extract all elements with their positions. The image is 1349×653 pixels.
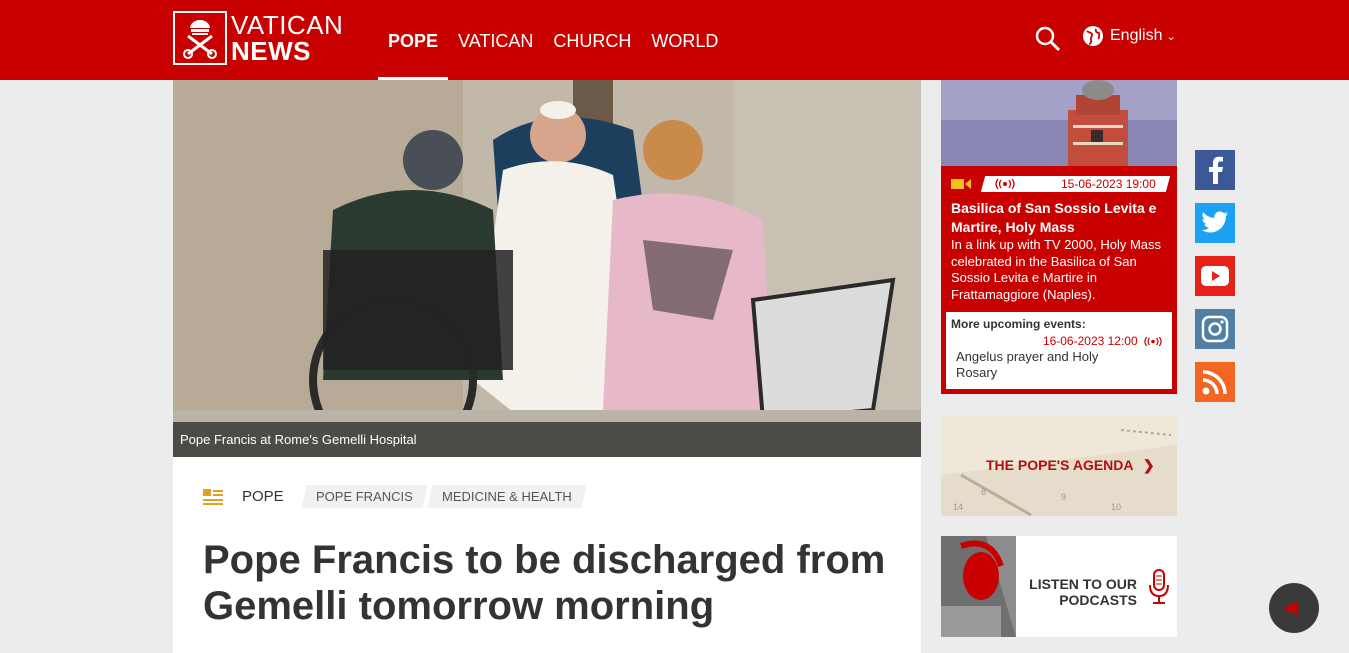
chevron-down-icon: ⌄: [1166, 30, 1176, 43]
article-tags: POPE POPE FRANCIS MEDICINE & HEALTH: [203, 485, 590, 508]
rss-icon[interactable]: [1195, 362, 1235, 402]
nav-world[interactable]: WORLD: [641, 0, 728, 80]
podcasts-link[interactable]: LISTEN TO OUR PODCASTS: [941, 536, 1177, 637]
logo-line1: VATICAN: [231, 10, 344, 40]
tag-pope-francis[interactable]: POPE FRANCIS: [301, 485, 427, 508]
event-image: [941, 80, 1177, 166]
agenda-label: THE POPE'S AGENDA ❯: [986, 457, 1155, 473]
nav-church[interactable]: CHURCH: [543, 0, 641, 80]
live-event-box[interactable]: 15-06-2023 19:00 Basilica of San Sossio …: [941, 80, 1177, 394]
event-datetime-badge: 15-06-2023 19:00: [980, 176, 1171, 192]
svg-text:9: 9: [1061, 492, 1066, 502]
live-broadcast-icon: [1144, 336, 1162, 347]
search-icon[interactable]: [1035, 26, 1061, 52]
instagram-icon[interactable]: [1195, 309, 1235, 349]
event-title[interactable]: Basilica of San Sossio Levita e Martire,…: [951, 199, 1171, 237]
podcast-headphones-image: [941, 536, 1016, 637]
video-camera-icon: [951, 179, 971, 189]
upcoming-event-datetime: 16-06-2023 12:00: [1043, 334, 1162, 348]
hero-image: Pope Francis at Rome's Gemelli Hospital: [173, 80, 921, 457]
twitter-icon[interactable]: [1195, 203, 1235, 243]
event-description: In a link up with TV 2000, Holy Mass cel…: [951, 237, 1162, 302]
live-broadcast-icon: [995, 179, 1015, 189]
microphone-icon: [1149, 569, 1169, 604]
event-datetime: 15-06-2023 19:00: [1061, 177, 1156, 191]
youtube-icon[interactable]: [1195, 256, 1235, 296]
tag-medicine-health[interactable]: MEDICINE & HEALTH: [428, 485, 587, 508]
site-header: VATICAN NEWS POPE VATICAN CHURCH WORLD E…: [0, 0, 1349, 80]
logo-line2: NEWS: [231, 36, 311, 66]
language-label: English: [1110, 27, 1163, 44]
social-links: [1195, 150, 1235, 415]
podcasts-label: LISTEN TO OUR PODCASTS: [1029, 576, 1137, 608]
audio-player-button[interactable]: [1269, 583, 1319, 633]
language-selector[interactable]: English ⌄: [1082, 25, 1176, 47]
chevron-right-icon: ❯: [1142, 457, 1155, 473]
nav-vatican[interactable]: VATICAN: [448, 0, 543, 80]
upcoming-events-box: More upcoming events: 16-06-2023 12:00 A…: [944, 310, 1174, 391]
upcoming-events-label: More upcoming events:: [951, 317, 1086, 331]
papal-crest-icon: [173, 11, 227, 65]
article-headline: Pope Francis to be discharged from Gemel…: [203, 538, 886, 628]
news-section-icon: [203, 488, 223, 505]
speaker-icon: [1286, 600, 1298, 616]
hero-photo: [173, 80, 921, 457]
svg-text:14: 14: [953, 502, 963, 512]
main-nav: POPE VATICAN CHURCH WORLD: [378, 0, 728, 80]
hero-caption: Pope Francis at Rome's Gemelli Hospital: [173, 422, 921, 457]
svg-text:10: 10: [1111, 502, 1121, 512]
globe-icon: [1083, 26, 1103, 46]
article-card: POPE POPE FRANCIS MEDICINE & HEALTH Pope…: [173, 457, 921, 653]
upcoming-event-title[interactable]: Angelus prayer and Holy Rosary: [956, 349, 1121, 381]
section-label[interactable]: POPE: [242, 488, 284, 505]
event-meta-bar: 15-06-2023 19:00: [941, 176, 1177, 192]
nav-pope[interactable]: POPE: [378, 0, 449, 80]
facebook-icon[interactable]: [1195, 150, 1235, 190]
popes-agenda-link[interactable]: 8 9 10 14 THE POPE'S AGENDA ❯: [941, 415, 1177, 516]
svg-text:8: 8: [981, 487, 986, 497]
vatican-news-logo[interactable]: VATICAN NEWS: [173, 11, 343, 65]
